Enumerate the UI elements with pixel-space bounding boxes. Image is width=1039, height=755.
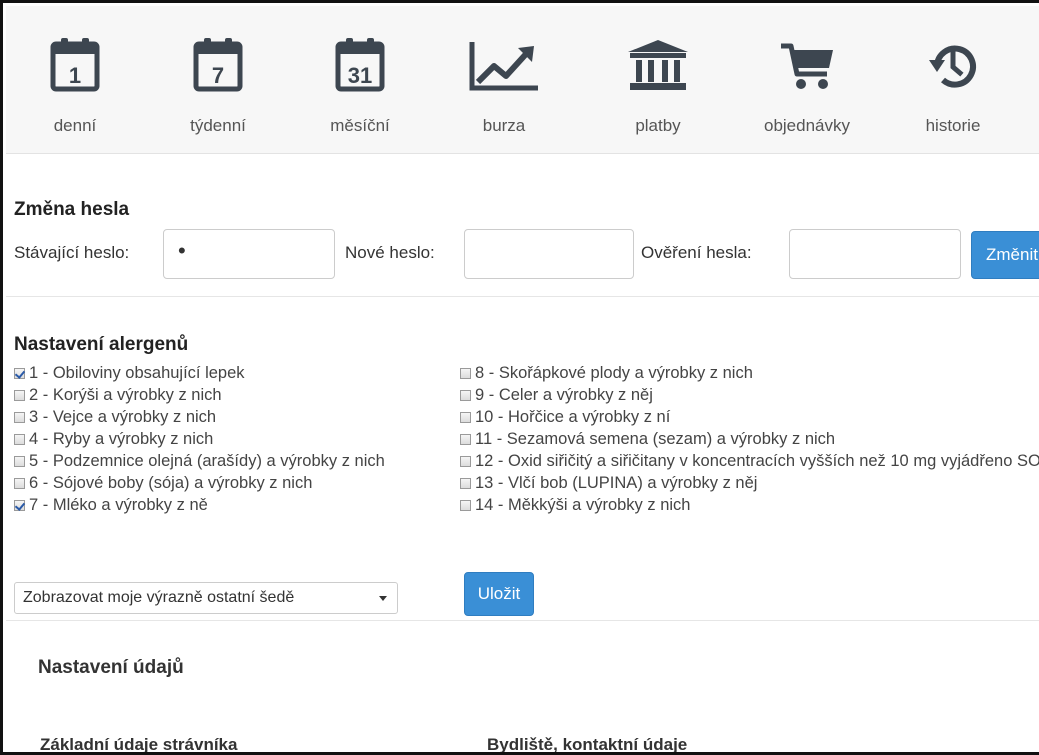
allergen-column-right: 8 - Skořápkové plody a výrobky z nich 9 … <box>460 362 1039 516</box>
allergen-item[interactable]: 8 - Skořápkové plody a výrobky z nich <box>460 362 1039 384</box>
history-icon <box>929 45 976 88</box>
checkbox[interactable] <box>460 368 471 379</box>
nav-label: týdenní <box>190 116 246 135</box>
allergen-column-left: 1 - Obiloviny obsahující lepek 2 - Korýš… <box>14 362 444 516</box>
bank-icon <box>628 40 688 90</box>
confirm-password-label: Ověření hesla: <box>641 243 752 262</box>
allergen-item[interactable]: 7 - Mléko a výrobky z ně <box>14 494 444 516</box>
address-info-title: Bydliště, kontaktní údaje <box>487 735 688 754</box>
allergen-label: 1 - Obiloviny obsahující lepek <box>29 364 245 382</box>
allergen-item[interactable]: 2 - Korýši a výrobky z nich <box>14 384 444 406</box>
current-password-label: Stávající heslo: <box>14 243 130 262</box>
save-allergens-button[interactable]: Uložit <box>464 572 534 616</box>
allergen-label: 14 - Měkkýši a výrobky z nich <box>475 496 691 514</box>
allergen-label: 6 - Sójové boby (sója) a výrobky z nich <box>29 474 313 492</box>
checkbox[interactable] <box>14 456 25 467</box>
nav-item-weekly[interactable]: 7 týdenní <box>158 28 278 136</box>
checkbox[interactable] <box>14 368 25 379</box>
divider <box>6 620 1039 621</box>
divider <box>6 296 1039 297</box>
password-change-section: Změna hesla Stávající heslo: • Nové hesl… <box>14 199 1039 279</box>
current-password-input[interactable]: • <box>163 229 335 279</box>
personal-section-title: Nastavení údajů <box>38 657 184 678</box>
allergens-section-title: Nastavení alergenů <box>14 334 189 355</box>
nav-item-monthly[interactable]: 31 měsíční <box>300 28 420 136</box>
checkbox[interactable] <box>460 434 471 445</box>
allergen-item[interactable]: 4 - Ryby a výrobky z nich <box>14 428 444 450</box>
checkbox[interactable] <box>14 500 25 511</box>
allergen-item[interactable]: 3 - Vejce a výrobky z nich <box>14 406 444 428</box>
new-password-label: Nové heslo: <box>345 243 435 262</box>
nav-label: platby <box>635 116 681 135</box>
caret-down-icon <box>379 596 387 601</box>
allergen-label: 10 - Hořčice a výrobky z ní <box>475 408 671 426</box>
allergen-label: 11 - Sezamová semena (sezam) a výrobky z… <box>475 430 836 448</box>
top-navigation: 1 denní 7 týdenní 31 měsíční burza platb… <box>6 6 1039 154</box>
allergen-label: 7 - Mléko a výrobky z ně <box>29 496 208 514</box>
checkbox[interactable] <box>14 434 25 445</box>
password-row: Stávající heslo: • Nové heslo: Ověření h… <box>14 229 1039 281</box>
checkbox[interactable] <box>14 412 25 423</box>
allergen-item[interactable]: 9 - Celer a výrobky z něj <box>460 384 1039 406</box>
allergen-label: 12 - Oxid siřičitý a siřičitany v koncen… <box>475 452 1039 470</box>
app-frame: 1 denní 7 týdenní 31 měsíční burza platb… <box>0 0 1039 755</box>
cart-icon <box>781 43 833 89</box>
svg-text:31: 31 <box>348 63 372 88</box>
nav-label: historie <box>925 116 981 135</box>
confirm-password-input[interactable] <box>789 229 961 279</box>
checkbox[interactable] <box>460 500 471 511</box>
nav-item-orders[interactable]: objednávky <box>747 28 867 136</box>
allergen-label: 13 - Vlčí bob (LUPINA) a výrobky z něj <box>475 474 758 492</box>
allergen-item[interactable]: 10 - Hořčice a výrobky z ní <box>460 406 1039 428</box>
allergens-section: Nastavení alergenů 1 - Obiloviny obsahuj… <box>14 334 1039 616</box>
svg-text:1: 1 <box>69 63 81 88</box>
nav-label: denní <box>53 116 97 135</box>
select-value: Zobrazovat moje výrazně ostatní šedě <box>23 589 295 606</box>
calendar-day-icon: 1 <box>50 38 100 92</box>
allergen-label: 4 - Ryby a výrobky z nich <box>29 430 214 448</box>
allergen-item[interactable]: 14 - Měkkýši a výrobky z nich <box>460 494 1039 516</box>
svg-text:7: 7 <box>212 63 224 88</box>
nav-item-payments[interactable]: platby <box>598 28 718 136</box>
nav-label: objednávky <box>763 116 850 135</box>
nav-item-exchange[interactable]: burza <box>444 28 564 136</box>
new-password-input[interactable] <box>464 229 634 279</box>
allergen-display-select[interactable]: Zobrazovat moje výrazně ostatní šedě <box>14 582 398 614</box>
allergen-item[interactable]: 12 - Oxid siřičitý a siřičitany v koncen… <box>460 450 1039 472</box>
checkbox[interactable] <box>14 390 25 401</box>
checkbox[interactable] <box>14 478 25 489</box>
checkbox[interactable] <box>460 478 471 489</box>
allergen-item[interactable]: 5 - Podzemnice olejná (arašídy) a výrobk… <box>14 450 434 472</box>
calendar-month-icon: 31 <box>335 38 385 92</box>
basic-info-title: Základní údaje strávníka <box>40 735 238 754</box>
change-password-button[interactable]: Změnit <box>971 231 1039 279</box>
allergen-item[interactable]: 1 - Obiloviny obsahující lepek <box>14 362 444 384</box>
allergen-label: 8 - Skořápkové plody a výrobky z nich <box>475 364 753 382</box>
allergen-label: 5 - Podzemnice olejná (arašídy) a výrobk… <box>29 452 385 470</box>
allergen-item[interactable]: 6 - Sójové boby (sója) a výrobky z nich <box>14 472 444 494</box>
chart-line-icon <box>469 42 538 91</box>
checkbox[interactable] <box>460 412 471 423</box>
allergen-item[interactable]: 13 - Vlčí bob (LUPINA) a výrobky z něj <box>460 472 1039 494</box>
allergen-label: 2 - Korýši a výrobky z nich <box>29 386 222 404</box>
allergen-item[interactable]: 11 - Sezamová semena (sezam) a výrobky z… <box>460 428 1039 450</box>
checkbox[interactable] <box>460 456 471 467</box>
allergen-label: 9 - Celer a výrobky z něj <box>475 386 653 404</box>
nav-item-daily[interactable]: 1 denní <box>15 28 135 136</box>
nav-item-history[interactable]: historie <box>893 28 1013 136</box>
nav-label: burza <box>482 116 526 135</box>
password-section-title: Změna hesla <box>14 199 130 220</box>
allergen-label: 3 - Vejce a výrobky z nich <box>29 408 217 426</box>
nav-label: měsíční <box>330 116 390 135</box>
checkbox[interactable] <box>460 390 471 401</box>
calendar-week-icon: 7 <box>193 38 243 92</box>
